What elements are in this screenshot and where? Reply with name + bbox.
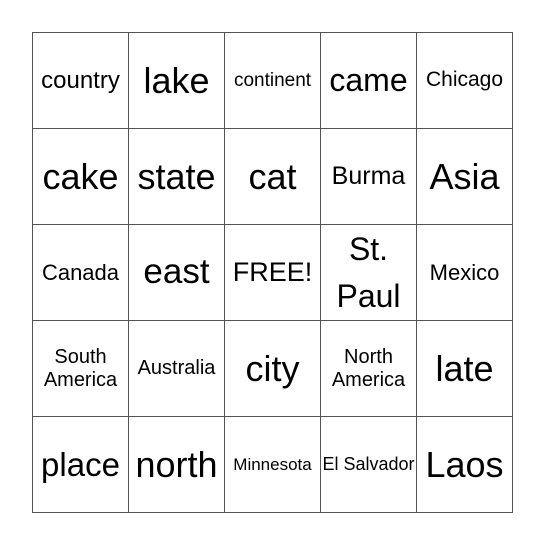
bingo-cell: cake: [32, 128, 129, 225]
bingo-row: Canada east FREE! St. Paul Mexico: [32, 224, 513, 321]
bingo-cell: St. Paul: [320, 224, 417, 321]
bingo-cell: state: [128, 128, 225, 225]
bingo-cell: country: [32, 32, 129, 129]
bingo-cell: Canada: [32, 224, 129, 321]
bingo-row: South America Australia city North America l…: [32, 320, 513, 417]
bingo-cell: north: [128, 416, 225, 513]
bingo-cell: lake: [128, 32, 225, 129]
bingo-cell: cat: [224, 128, 321, 225]
bingo-cell: El Salvador: [320, 416, 417, 513]
bingo-row: cake state cat Burma Asia: [32, 128, 513, 225]
bingo-cell: Mexico: [416, 224, 513, 321]
bingo-cell: place: [32, 416, 129, 513]
bingo-cell: continent: [224, 32, 321, 129]
bingo-row: country lake continent came Chicago: [32, 32, 513, 129]
bingo-cell: Australia: [128, 320, 225, 417]
bingo-cell: North America: [320, 320, 417, 417]
bingo-cell: Minnesota: [224, 416, 321, 513]
bingo-cell: FREE!: [224, 224, 321, 321]
bingo-cell: came: [320, 32, 417, 129]
bingo-cell: Burma: [320, 128, 417, 225]
bingo-cell: Chicago: [416, 32, 513, 129]
bingo-cell: city: [224, 320, 321, 417]
bingo-cell: Asia: [416, 128, 513, 225]
bingo-cell: Laos: [416, 416, 513, 513]
bingo-cell: late: [416, 320, 513, 417]
bingo-card: country lake continent came Chicago cake state…: [32, 32, 513, 513]
bingo-cell: South America: [32, 320, 129, 417]
bingo-row: place north Minnesota El Salvador Laos: [32, 416, 513, 513]
bingo-cell: east: [128, 224, 225, 321]
